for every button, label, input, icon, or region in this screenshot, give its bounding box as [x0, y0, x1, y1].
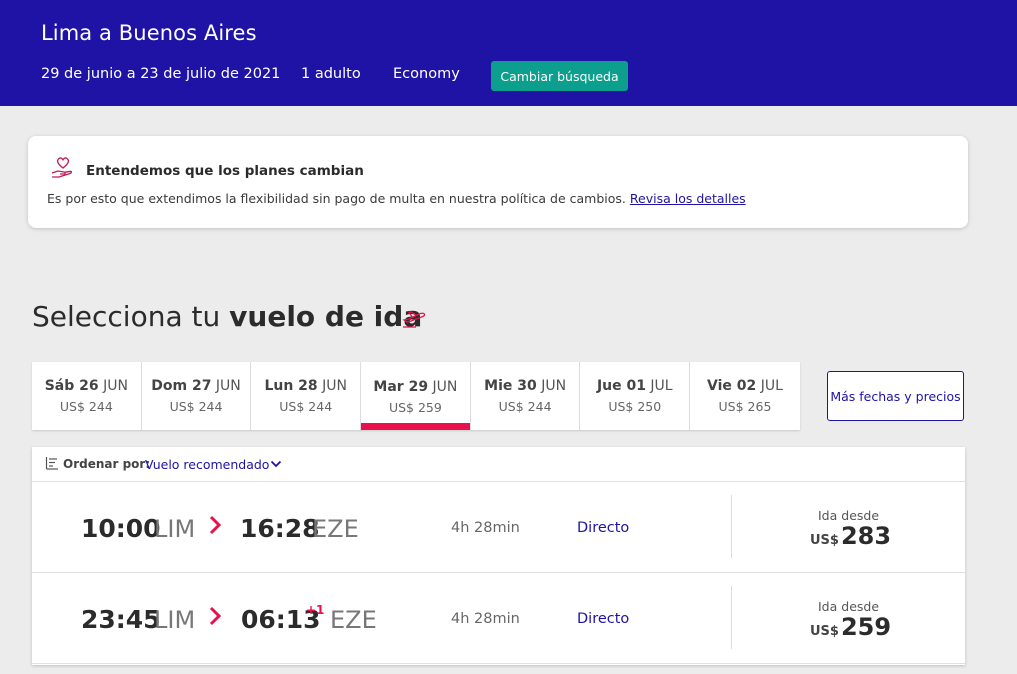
- date-tab-sat-26[interactable]: Sáb 26 JUN US$ 244: [32, 362, 142, 430]
- date-tab-day: Lun 28: [264, 378, 318, 394]
- date-tab-fri-02[interactable]: Vie 02 JUL US$ 265: [690, 362, 800, 430]
- fare-price: US$259: [810, 613, 891, 641]
- chevron-right-icon: [209, 515, 222, 535]
- route-title: Lima a Buenos Aires: [41, 21, 257, 45]
- arrival-airport: EZE: [330, 606, 377, 634]
- notice-body: Es por esto que extendimos la flexibilid…: [47, 191, 626, 206]
- price-amount: 283: [840, 522, 892, 550]
- notice-text: Es por esto que extendimos la flexibilid…: [47, 191, 746, 206]
- date-tab-month: JUL: [760, 378, 783, 394]
- departure-airport: LIM: [154, 606, 196, 634]
- date-tab-month: JUN: [432, 379, 458, 395]
- departure-time: 10:00: [81, 514, 161, 543]
- date-tab-mon-28[interactable]: Lun 28 JUN US$ 244: [251, 362, 362, 430]
- divider: [731, 495, 732, 558]
- page-title: Selecciona tu vuelo de ida: [32, 300, 422, 333]
- passenger-count: 1 adulto: [301, 66, 361, 82]
- date-tab-month: JUL: [650, 378, 673, 394]
- date-tab-price: US$ 244: [59, 399, 113, 414]
- price-from-label: Ida desde: [818, 599, 880, 614]
- departure-time: 23:45: [81, 605, 161, 634]
- date-tab-day: Mie 30: [484, 378, 537, 394]
- date-tab-day: Sáb 26: [44, 378, 99, 394]
- travel-dates: 29 de junio a 23 de julio de 2021: [41, 66, 281, 82]
- date-tab-day: Dom 27: [151, 378, 212, 394]
- sort-dropdown[interactable]: Vuelo recomendado: [145, 457, 269, 472]
- fare-price: US$283: [810, 522, 891, 550]
- date-tab-price: US$ 244: [169, 399, 223, 414]
- flexibility-notice: Entendemos que los planes cambian Es por…: [28, 136, 968, 228]
- currency: US$: [810, 533, 839, 548]
- next-day-badge: +1: [306, 603, 325, 617]
- date-tab-month: JUN: [322, 378, 347, 394]
- date-tab-day: Mar 29: [373, 379, 429, 395]
- title-plain: Selecciona tu: [32, 300, 230, 333]
- date-tab-price: US$ 265: [718, 399, 772, 414]
- date-tab-price: US$ 244: [279, 399, 333, 414]
- price-amount: 259: [840, 613, 892, 641]
- date-tab-month: JUN: [103, 378, 128, 394]
- date-tab-day: Vie 02: [707, 378, 757, 394]
- flight-type[interactable]: Directo: [577, 520, 629, 536]
- date-tab-tue-29[interactable]: Mar 29 JUN US$ 259: [361, 362, 471, 430]
- arrival-time: 16:28: [240, 514, 320, 543]
- search-summary-header: Lima a Buenos Aires 29 de junio a 23 de …: [0, 0, 1017, 106]
- chevron-right-icon: [209, 606, 222, 626]
- change-search-button[interactable]: Cambiar búsqueda: [491, 61, 628, 91]
- plane-takeoff-icon: [402, 311, 426, 328]
- divider: [731, 586, 732, 649]
- price-from-label: Ida desde: [818, 508, 880, 523]
- flight-row[interactable]: 10:00 LIM 16:28 EZE 4h 28min Directo Ida…: [32, 482, 965, 573]
- title-bold: vuelo de ida: [229, 300, 423, 333]
- flight-type[interactable]: Directo: [577, 611, 629, 627]
- flight-duration: 4h 28min: [451, 520, 520, 536]
- hand-heart-icon: [51, 157, 73, 178]
- flight-duration: 4h 28min: [451, 611, 520, 627]
- date-tab-wed-30[interactable]: Mie 30 JUN US$ 244: [471, 362, 581, 430]
- date-tab-sun-27[interactable]: Dom 27 JUN US$ 244: [142, 362, 252, 430]
- cabin-class: Economy: [393, 66, 460, 82]
- sort-label: Ordenar por:: [63, 457, 151, 471]
- departure-airport: LIM: [154, 515, 196, 543]
- date-tab-price: US$ 250: [608, 399, 662, 414]
- sort-icon: [45, 457, 58, 470]
- flight-results: Ordenar por: Vuelo recomendado 10:00 LIM…: [32, 447, 965, 665]
- date-tab-thu-01[interactable]: Jue 01 JUL US$ 250: [580, 362, 691, 430]
- sort-bar: Ordenar por: Vuelo recomendado: [32, 447, 965, 482]
- chevron-down-icon[interactable]: [270, 459, 282, 469]
- date-selector: Sáb 26 JUN US$ 244 Dom 27 JUN US$ 244 Lu…: [32, 362, 800, 430]
- arrival-airport: EZE: [312, 515, 359, 543]
- notice-title: Entendemos que los planes cambian: [86, 163, 364, 179]
- selected-date-indicator: [361, 423, 470, 430]
- date-tab-price: US$ 259: [388, 400, 442, 415]
- date-tab-day: Jue 01: [596, 378, 646, 394]
- date-tab-price: US$ 244: [498, 399, 552, 414]
- date-tab-month: JUN: [215, 378, 241, 394]
- flight-row[interactable]: 23:45 LIM 06:13 +1 EZE 4h 28min Directo …: [32, 573, 965, 664]
- date-tab-month: JUN: [541, 378, 567, 394]
- more-dates-button[interactable]: Más fechas y precios: [827, 371, 964, 421]
- currency: US$: [810, 624, 839, 639]
- review-details-link[interactable]: Revisa los detalles: [630, 191, 746, 206]
